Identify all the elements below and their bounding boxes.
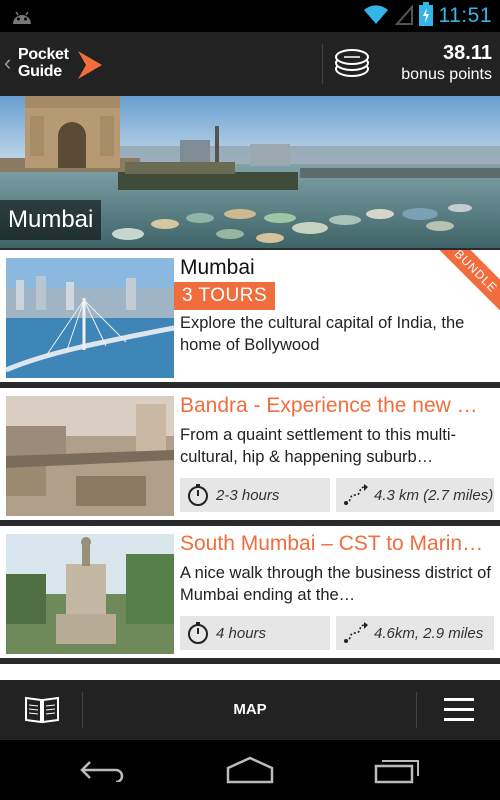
city-hero-image[interactable]: Mumbai xyxy=(0,96,500,248)
tour-thumbnail xyxy=(5,258,175,378)
route-icon xyxy=(344,484,368,505)
coins-icon[interactable] xyxy=(334,48,370,83)
distance-text: 4.6km, 2.9 miles xyxy=(374,624,484,642)
map-button[interactable]: MAP xyxy=(200,680,300,740)
flora-fountain-photo xyxy=(6,534,174,654)
bottom-toolbar: MAP xyxy=(0,680,500,740)
bonus-points[interactable]: 38.11 bonus points xyxy=(401,42,492,86)
bandra-fort-photo xyxy=(6,396,174,516)
status-bar: 11:51 xyxy=(0,0,500,32)
distance-text: 4.3 km (2.7 miles) xyxy=(374,486,494,504)
duration-chip: 4 hours xyxy=(180,616,330,650)
tour-card[interactable]: Bandra - Experience the new Mumbai From … xyxy=(0,388,500,520)
tour-description: A nice walk through the business distric… xyxy=(180,564,491,604)
toolbar-divider xyxy=(82,692,83,728)
points-value: 38.11 xyxy=(443,42,492,64)
tour-thumbnail xyxy=(6,534,174,654)
stopwatch-icon xyxy=(188,484,208,506)
tours-count-badge: 3 TOURS xyxy=(174,282,276,310)
stopwatch-icon xyxy=(188,622,208,644)
logo-arrow-icon xyxy=(78,51,102,79)
back-chevron-icon[interactable]: ‹ xyxy=(4,50,11,76)
tour-list[interactable]: Mumbai 3 TOURS Explore the cultural capi… xyxy=(0,248,500,680)
duration-text: 2-3 hours xyxy=(216,486,280,504)
android-notification-icon xyxy=(10,6,34,31)
tour-card-bundle[interactable]: Mumbai 3 TOURS Explore the cultural capi… xyxy=(0,250,500,382)
tour-title: Mumbai xyxy=(180,256,255,279)
toolbar-divider xyxy=(416,692,417,728)
clock: 11:51 xyxy=(438,4,492,27)
menu-icon[interactable] xyxy=(444,698,474,727)
app-bar-divider xyxy=(322,44,323,84)
tour-card-partial[interactable] xyxy=(0,664,500,680)
wifi-icon xyxy=(363,3,389,30)
distance-chip: 4.6km, 2.9 miles xyxy=(336,616,494,650)
pocketguide-logo[interactable]: Pocket Guide xyxy=(18,46,108,84)
battery-charging-icon xyxy=(418,1,433,31)
signal-icon xyxy=(394,3,413,30)
points-label: bonus points xyxy=(401,66,492,83)
tour-title: Bandra - Experience the new Mumbai xyxy=(180,394,492,417)
tour-description: Explore the cultural capital of India, t… xyxy=(180,314,465,354)
city-name-label: Mumbai xyxy=(0,200,102,240)
system-nav-bar xyxy=(0,740,500,800)
logo-line-1: Pocket xyxy=(18,46,69,63)
sea-link-photo xyxy=(5,258,175,378)
tour-thumbnail xyxy=(6,396,174,516)
route-icon xyxy=(344,622,368,643)
distance-chip: 4.3 km (2.7 miles) xyxy=(336,478,494,512)
tour-card[interactable]: South Mumbai – CST to Marine Drive A nic… xyxy=(0,526,500,658)
home-icon[interactable] xyxy=(226,756,274,789)
back-icon[interactable] xyxy=(80,758,126,787)
logo-line-2: Guide xyxy=(18,63,62,80)
recent-apps-icon[interactable] xyxy=(374,758,420,789)
duration-chip: 2-3 hours xyxy=(180,478,330,512)
tour-description: From a quaint settlement to this multi-c… xyxy=(180,426,457,466)
app-bar: ‹ Pocket Guide 38.11 bonus points xyxy=(0,32,500,96)
duration-text: 4 hours xyxy=(216,624,267,642)
tour-title: South Mumbai – CST to Marine Drive xyxy=(180,532,492,555)
guidebook-icon[interactable] xyxy=(24,694,60,729)
